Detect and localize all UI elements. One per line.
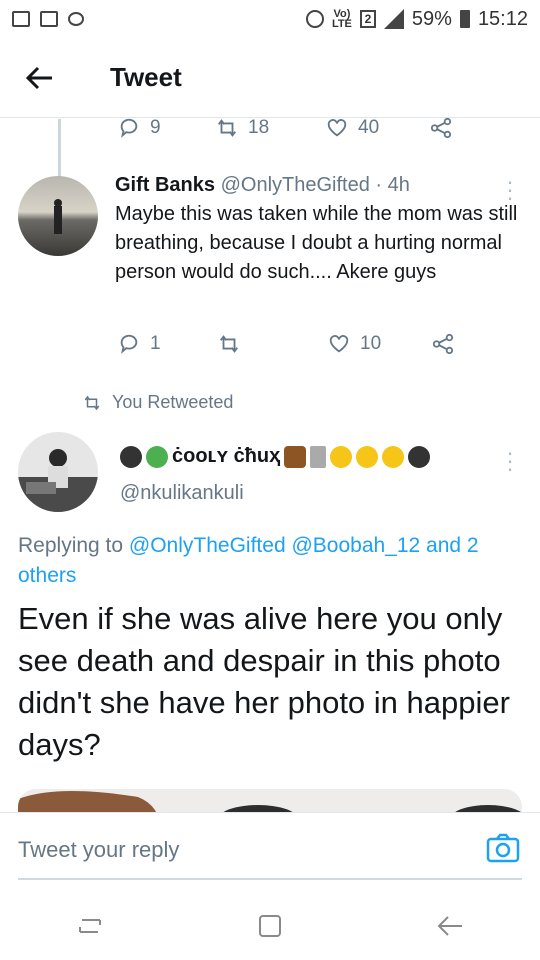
- retweet-button[interactable]: [218, 333, 328, 355]
- reply-icon: [120, 118, 138, 138]
- eye-icon: [68, 12, 84, 26]
- recent-apps-icon: [79, 919, 101, 933]
- avatar[interactable]: [18, 176, 98, 256]
- gorilla-icon: [408, 445, 431, 468]
- reply-input[interactable]: Tweet your reply: [18, 837, 179, 863]
- retweet-icon: [218, 119, 236, 137]
- back-button[interactable]: [0, 38, 80, 118]
- notification-icons: [12, 11, 84, 27]
- signal-icon: [383, 9, 404, 29]
- share-icon: [430, 117, 452, 139]
- retweet-label: You Retweeted: [82, 392, 233, 413]
- sparkle-icon: [382, 445, 405, 468]
- heart-icon: [327, 119, 347, 137]
- app-header: Tweet: [0, 38, 540, 118]
- home-icon: [259, 915, 281, 937]
- replying-to: Replying to @OnlyTheGifted @Boobah_12 an…: [18, 531, 528, 591]
- reply-bar: Tweet your reply: [0, 812, 540, 892]
- sim-indicator: 2: [359, 10, 376, 28]
- like-button[interactable]: 40: [326, 117, 430, 139]
- reply-underline: [18, 878, 522, 880]
- prev-tweet-actions: 9 18 40: [118, 117, 452, 139]
- reply-button[interactable]: 9: [118, 117, 216, 139]
- back-nav-icon: [437, 916, 462, 936]
- home-button[interactable]: [250, 906, 290, 946]
- share-button[interactable]: [430, 117, 452, 139]
- share-icon: [432, 333, 454, 355]
- hand-icon: [284, 445, 307, 468]
- retweet-icon: [220, 335, 238, 353]
- tweet-text: Maybe this was taken while the mom was s…: [115, 203, 518, 283]
- camera-button[interactable]: [486, 833, 520, 863]
- more-options-icon[interactable]: · · ·: [505, 171, 515, 209]
- heart-icon: [329, 335, 349, 353]
- volte-indicator: Vo) LTE: [331, 8, 352, 30]
- battery-percent: 59%: [411, 7, 452, 30]
- user-handle[interactable]: @OnlyTheGifted: [221, 174, 370, 196]
- page-title: Tweet: [110, 62, 182, 92]
- tweet-time: · 4h: [375, 174, 410, 196]
- alarm-icon: [305, 10, 324, 28]
- like-button[interactable]: 10: [328, 333, 432, 355]
- retweet-count: 18: [248, 117, 270, 138]
- camera-icon: [486, 833, 520, 863]
- retweet-icon: [84, 395, 100, 410]
- battery-icon: [459, 10, 470, 28]
- back-nav-button[interactable]: [430, 906, 470, 946]
- like-count: 10: [360, 333, 382, 354]
- thread-line: [58, 119, 61, 179]
- reply-icon: [120, 334, 138, 354]
- display-name[interactable]: Gift Banks: [115, 174, 215, 196]
- avatar[interactable]: [18, 432, 98, 512]
- tweet-header: Gift Banks @OnlyTheGifted · 4h: [115, 174, 410, 197]
- mail-icon: [12, 11, 30, 27]
- reply-button[interactable]: 1: [118, 333, 218, 355]
- tweet-actions: 1 10: [118, 333, 454, 355]
- replying-prefix: Replying to: [18, 534, 129, 557]
- recent-apps-button[interactable]: [70, 906, 110, 946]
- display-name[interactable]: ċooʟʏ ċħuҳ: [172, 445, 280, 468]
- sparkle-icon: [330, 445, 353, 468]
- sparkle-icon: [356, 445, 379, 468]
- reply-count: 1: [150, 333, 161, 354]
- libra-icon: [146, 445, 168, 468]
- display-name-row[interactable]: ċooʟʏ ċħuҳ: [120, 445, 431, 468]
- tweet-text: Even if she was alive here you only see …: [18, 601, 510, 762]
- retweet-button[interactable]: 18: [216, 117, 326, 139]
- system-nav-bar: [0, 892, 540, 960]
- like-count: 40: [358, 117, 380, 138]
- share-button[interactable]: [432, 333, 454, 355]
- status-bar: Vo) LTE 2 59% 15:12: [0, 0, 540, 38]
- more-options-icon[interactable]: · · ·: [505, 442, 515, 480]
- gorilla-icon: [120, 445, 142, 468]
- clock: 15:12: [477, 7, 528, 30]
- reply-count: 9: [150, 117, 161, 138]
- image-icon: [40, 11, 58, 27]
- scales-icon: [310, 445, 327, 468]
- user-handle[interactable]: @nkulikankuli: [120, 482, 244, 505]
- back-arrow-icon: [26, 66, 52, 89]
- retweet-label-text: You Retweeted: [112, 392, 234, 412]
